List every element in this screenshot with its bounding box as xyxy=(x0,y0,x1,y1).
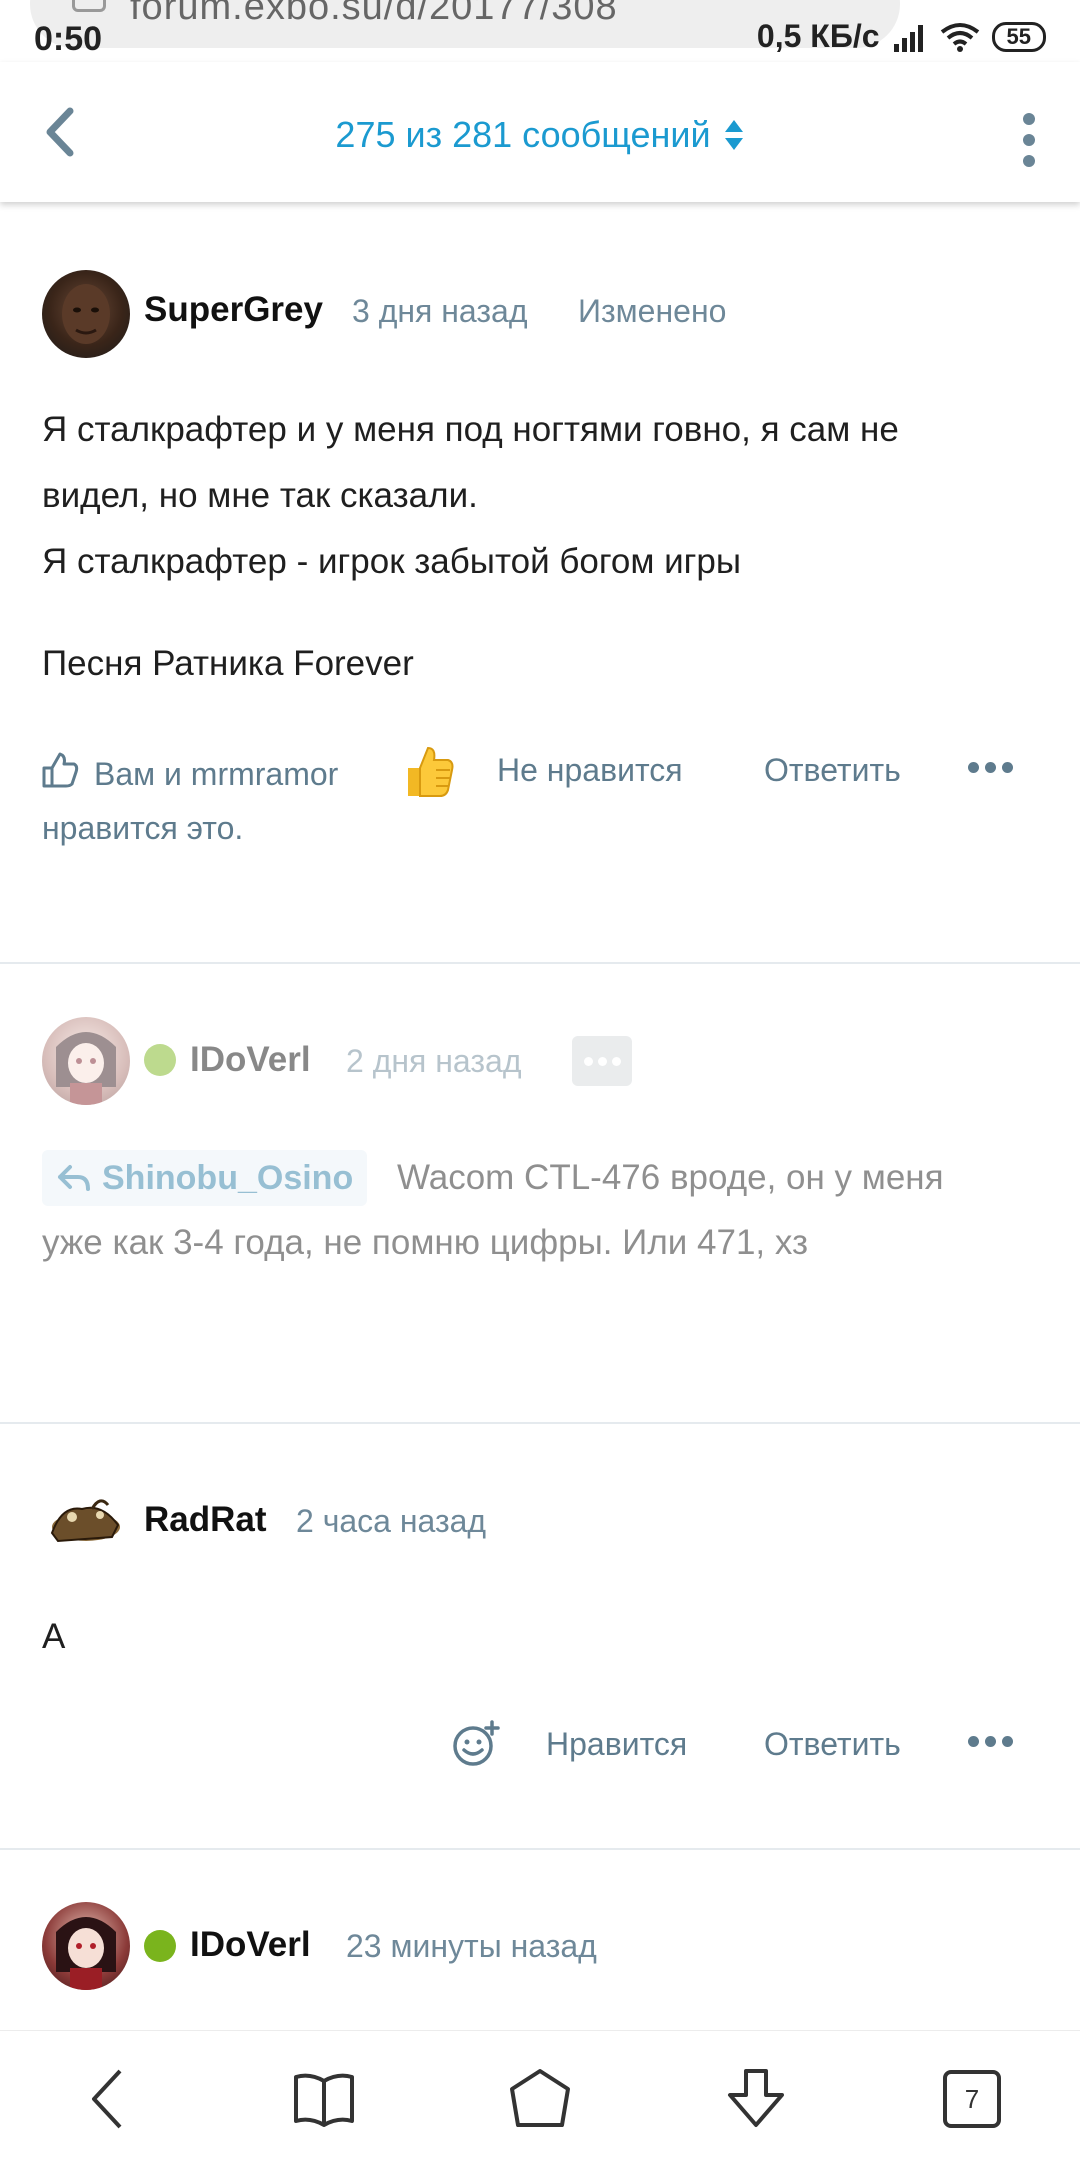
browser-back-button[interactable] xyxy=(68,2061,148,2137)
dot xyxy=(1002,1736,1013,1747)
home-button[interactable] xyxy=(500,2061,580,2137)
download-arrow-icon xyxy=(728,2069,784,2127)
post-body: Я сталкрафтер и у меня под ногтями говно… xyxy=(42,397,1042,595)
dot xyxy=(611,1056,621,1066)
dislike-button[interactable]: Не нравится xyxy=(497,752,683,789)
dot xyxy=(985,1736,996,1747)
post-options-button[interactable] xyxy=(968,762,1013,773)
net-speed: 0,5 КБ/с xyxy=(756,18,880,54)
post-edited[interactable]: Изменено xyxy=(578,293,726,330)
downloads-button[interactable] xyxy=(716,2061,796,2137)
status-bar: forum.exbo.su/d/20177/308 0:50 0,5 КБ/с … xyxy=(0,0,1080,62)
anime-avatar-icon xyxy=(56,1917,116,1990)
reply-button[interactable]: Ответить xyxy=(764,752,901,789)
tabs-count: 7 xyxy=(943,2070,1001,2128)
status-right: 0,5 КБ/с 55 xyxy=(757,18,1046,55)
battery-indicator: 55 xyxy=(991,21,1046,52)
thumbs-up-outline-icon xyxy=(42,752,79,788)
dot xyxy=(968,762,979,773)
post-counter-title: 275 из 281 сообщений xyxy=(335,114,711,155)
likes-summary-line2: нравится это. xyxy=(42,810,244,846)
post-body-line: уже как 3-4 года, не помню цифры. Или 47… xyxy=(42,1223,809,1262)
online-status-badge xyxy=(144,1044,176,1076)
download-icon xyxy=(72,0,106,12)
rat-avatar-icon xyxy=(50,1499,120,1543)
likes-summary[interactable]: Вам и mrmramor xyxy=(94,756,338,793)
reply-button[interactable]: Ответить xyxy=(764,1726,901,1763)
dot xyxy=(597,1056,607,1066)
avatar[interactable] xyxy=(42,270,130,358)
post-time[interactable]: 2 часа назад xyxy=(296,1503,486,1540)
like-button[interactable]: Нравится xyxy=(546,1726,687,1763)
post-options-button[interactable] xyxy=(572,1036,632,1086)
post-time[interactable]: 2 дня назад xyxy=(346,1043,522,1080)
reply-mention-name: Shinobu_Osino xyxy=(102,1158,354,1197)
post-time[interactable]: 3 дня назад xyxy=(352,293,528,330)
reply-mention-chip[interactable]: Shinobu_Osino xyxy=(42,1150,368,1206)
sort-icon xyxy=(724,120,743,150)
dot xyxy=(985,762,996,773)
avatar[interactable] xyxy=(42,1902,130,1990)
post-author[interactable]: RadRat xyxy=(144,1500,267,1540)
bookmarks-button[interactable] xyxy=(284,2061,364,2137)
thumbs-up-emoji-icon xyxy=(408,746,454,797)
add-reaction-icon[interactable] xyxy=(452,1720,500,1768)
dot xyxy=(583,1056,593,1066)
post-body: А xyxy=(42,1617,66,1656)
discussion-header: 275 из 281 сообщений xyxy=(0,62,1080,202)
post-author[interactable]: SuperGrey xyxy=(144,290,323,330)
signal-icon xyxy=(893,24,923,52)
post-body-line: видел, но мне так сказали. xyxy=(42,476,478,515)
book-icon xyxy=(294,2073,354,2127)
wifi-icon xyxy=(940,22,979,52)
browser-bottom-nav: 7 xyxy=(0,2030,1080,2160)
avatar[interactable] xyxy=(42,1017,130,1105)
post-body-line: Я сталкрафтер и у меня под ногтями говно… xyxy=(42,410,899,449)
chevron-left-icon xyxy=(92,2069,122,2129)
reply-arrow-icon xyxy=(58,1165,90,1191)
post-divider xyxy=(0,1848,1080,1850)
post-body-line: Wacom CTL-476 вроде, он у меня xyxy=(397,1158,944,1197)
post-options-button[interactable] xyxy=(968,1736,1013,1747)
dot xyxy=(1002,762,1013,773)
post-author[interactable]: IDoVerl xyxy=(190,1925,311,1965)
status-time: 0:50 xyxy=(34,20,103,58)
avatar-face-icon xyxy=(62,284,110,344)
post-divider xyxy=(0,1422,1080,1424)
dot xyxy=(968,1736,979,1747)
like-button-active[interactable] xyxy=(398,740,460,802)
post-counter-button[interactable]: 275 из 281 сообщений xyxy=(0,114,1080,156)
home-pentagon-icon xyxy=(510,2069,570,2127)
post-body-extra: Песня Ратника Forever xyxy=(42,644,414,683)
online-status-badge xyxy=(144,1930,176,1962)
post-author[interactable]: IDoVerl xyxy=(190,1040,311,1080)
menu-button[interactable] xyxy=(1014,112,1044,168)
vertical-dots-icon xyxy=(1023,113,1035,167)
post-divider xyxy=(0,962,1080,964)
url-text: forum.exbo.su/d/20177/308 xyxy=(130,0,618,28)
post-time[interactable]: 23 минуты назад xyxy=(346,1928,597,1965)
post-body-line: Я сталкрафтер - игрок забытой богом игры xyxy=(42,542,742,581)
anime-avatar-icon xyxy=(56,1032,116,1105)
tabs-button[interactable]: 7 xyxy=(932,2061,1012,2137)
avatar[interactable] xyxy=(42,1475,130,1563)
